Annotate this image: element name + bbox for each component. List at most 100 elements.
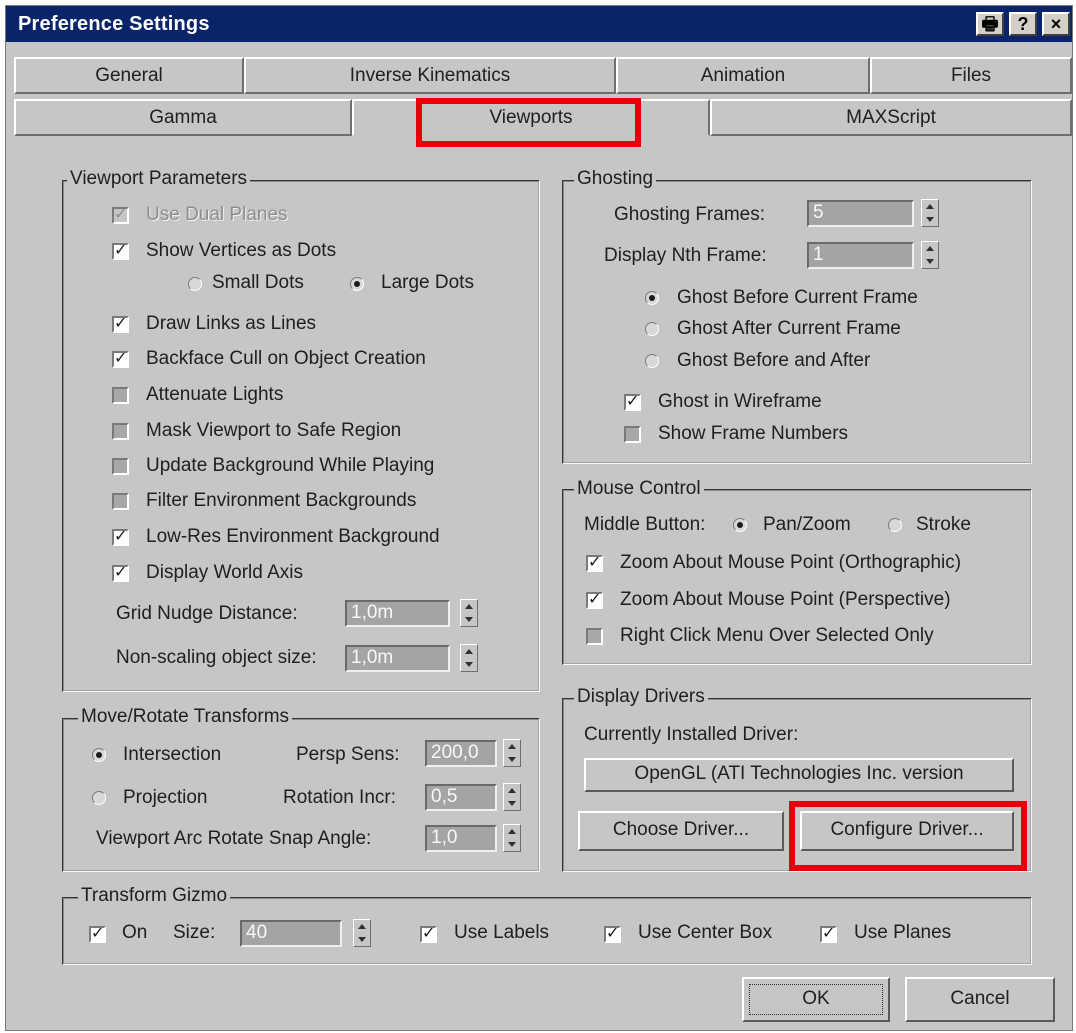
arc-rotate-spinner[interactable]	[503, 824, 521, 852]
persp-sens-input[interactable]: 200,0	[425, 740, 497, 767]
viewport-parameters-title: Viewport Parameters	[67, 168, 251, 190]
gizmo-size-spinner[interactable]	[353, 919, 371, 947]
low-res-env-label: Low-Res Environment Background	[146, 526, 440, 547]
rotation-incr-label: Rotation Incr:	[283, 787, 396, 808]
large-dots-radio[interactable]	[350, 277, 364, 291]
show-vertices-label: Show Vertices as Dots	[146, 240, 337, 261]
show-frame-numbers-checkbox[interactable]	[624, 426, 641, 443]
persp-sens-spinner[interactable]	[503, 739, 521, 767]
gizmo-on-checkbox[interactable]: ✓	[89, 923, 106, 943]
right-click-menu-checkbox[interactable]	[586, 628, 603, 645]
rotation-incr-input[interactable]: 0,5	[425, 784, 497, 811]
help-button[interactable]: ?	[1009, 12, 1037, 36]
ok-button[interactable]: OK	[742, 977, 890, 1022]
choose-driver-button[interactable]: Choose Driver...	[578, 811, 784, 851]
zoom-persp-label: Zoom About Mouse Point (Perspective)	[620, 589, 951, 610]
non-scaling-label: Non-scaling object size:	[116, 647, 317, 668]
use-planes-label: Use Planes	[854, 922, 952, 943]
update-background-checkbox[interactable]	[112, 458, 129, 475]
zoom-ortho-label: Zoom About Mouse Point (Orthographic)	[620, 552, 962, 573]
filter-env-checkbox[interactable]	[112, 493, 129, 510]
mask-viewport-label: Mask Viewport to Safe Region	[146, 420, 402, 441]
backface-cull-label: Backface Cull on Object Creation	[146, 348, 426, 369]
large-dots-label: Large Dots	[381, 272, 474, 293]
close-button[interactable]: ×	[1042, 12, 1070, 36]
grid-nudge-input[interactable]: 1,0m	[345, 600, 450, 627]
ghosting-frames-input[interactable]: 5	[807, 200, 914, 227]
print-icon[interactable]: 🖶	[976, 12, 1004, 36]
mouse-control-title: Mouse Control	[574, 478, 704, 500]
title-bar[interactable]: Preference Settings 🖶 ? ×	[6, 6, 1072, 42]
attenuate-lights-checkbox[interactable]	[112, 387, 129, 404]
stroke-radio[interactable]	[888, 518, 902, 532]
stroke-label: Stroke	[916, 514, 971, 535]
use-center-box-label: Use Center Box	[638, 922, 773, 943]
show-vertices-checkbox[interactable]: ✓	[112, 240, 129, 260]
backface-cull-checkbox[interactable]: ✓	[112, 348, 129, 368]
ghost-before-label: Ghost Before Current Frame	[677, 287, 918, 308]
use-dual-planes-label: Use Dual Planes	[146, 204, 288, 225]
small-dots-radio[interactable]	[188, 277, 202, 291]
use-center-box-checkbox[interactable]: ✓	[604, 923, 621, 943]
ghost-before-after-label: Ghost Before and After	[677, 350, 871, 371]
display-nth-frame-spinner[interactable]	[921, 241, 939, 269]
display-world-axis-checkbox[interactable]: ✓	[112, 562, 129, 582]
tab-files[interactable]: Files	[870, 57, 1072, 94]
ghost-after-radio[interactable]	[645, 322, 659, 336]
gizmo-size-label: Size:	[173, 922, 216, 943]
show-frame-numbers-label: Show Frame Numbers	[658, 423, 849, 444]
cancel-button[interactable]: Cancel	[905, 977, 1055, 1022]
tab-general[interactable]: General	[14, 57, 244, 94]
ghost-wireframe-checkbox[interactable]: ✓	[624, 391, 641, 411]
tab-gamma[interactable]: Gamma	[14, 99, 352, 136]
intersection-label: Intersection	[123, 744, 222, 765]
pan-zoom-radio[interactable]	[733, 518, 747, 532]
draw-links-checkbox[interactable]: ✓	[112, 313, 129, 333]
zoom-persp-checkbox[interactable]: ✓	[586, 589, 603, 609]
persp-sens-label: Persp Sens:	[296, 744, 400, 765]
display-nth-frame-input[interactable]: 1	[807, 242, 914, 269]
use-labels-checkbox[interactable]: ✓	[420, 923, 437, 943]
use-planes-checkbox[interactable]: ✓	[820, 923, 837, 943]
configure-driver-button[interactable]: Configure Driver...	[800, 811, 1014, 851]
projection-label: Projection	[123, 787, 208, 808]
zoom-ortho-checkbox[interactable]: ✓	[586, 552, 603, 572]
ghosting-title: Ghosting	[574, 168, 657, 190]
intersection-radio[interactable]	[92, 748, 106, 762]
transform-gizmo-title: Transform Gizmo	[78, 885, 231, 907]
window-title: Preference Settings	[18, 13, 210, 35]
ghosting-frames-label: Ghosting Frames:	[614, 204, 765, 225]
ghost-before-after-radio[interactable]	[645, 354, 659, 368]
display-world-axis-label: Display World Axis	[146, 562, 303, 583]
gizmo-on-label: On	[122, 922, 148, 943]
display-nth-frame-label: Display Nth Frame:	[604, 245, 767, 266]
tab-inverse-kinematics[interactable]: Inverse Kinematics	[244, 57, 616, 94]
draw-links-label: Draw Links as Lines	[146, 313, 317, 334]
installed-driver-value: OpenGL (ATI Technologies Inc. version	[584, 758, 1014, 792]
non-scaling-spinner[interactable]	[460, 644, 478, 672]
update-background-label: Update Background While Playing	[146, 455, 435, 476]
ghost-after-label: Ghost After Current Frame	[677, 318, 901, 339]
non-scaling-input[interactable]: 1,0m	[345, 645, 450, 672]
middle-button-label: Middle Button:	[584, 514, 706, 535]
pan-zoom-label: Pan/Zoom	[763, 514, 851, 535]
ghost-wireframe-label: Ghost in Wireframe	[658, 391, 822, 412]
tab-viewports[interactable]: Viewports	[352, 99, 710, 136]
tab-maxscript[interactable]: MAXScript	[710, 99, 1072, 136]
attenuate-lights-label: Attenuate Lights	[146, 384, 284, 405]
gizmo-size-input[interactable]: 40	[240, 920, 342, 947]
low-res-env-checkbox[interactable]: ✓	[112, 526, 129, 546]
ghost-before-radio[interactable]	[645, 291, 659, 305]
use-dual-planes-checkbox[interactable]: ✓	[112, 204, 129, 224]
move-rotate-title: Move/Rotate Transforms	[78, 706, 293, 728]
ghosting-frames-spinner[interactable]	[921, 199, 939, 227]
grid-nudge-spinner[interactable]	[460, 599, 478, 627]
arc-rotate-input[interactable]: 1,0	[425, 825, 497, 852]
rotation-incr-spinner[interactable]	[503, 783, 521, 811]
grid-nudge-label: Grid Nudge Distance:	[116, 603, 298, 624]
arc-rotate-label: Viewport Arc Rotate Snap Angle:	[96, 828, 372, 849]
projection-radio[interactable]	[92, 791, 106, 805]
filter-env-label: Filter Environment Backgrounds	[146, 490, 417, 511]
tab-animation[interactable]: Animation	[616, 57, 870, 94]
mask-viewport-checkbox[interactable]	[112, 423, 129, 440]
